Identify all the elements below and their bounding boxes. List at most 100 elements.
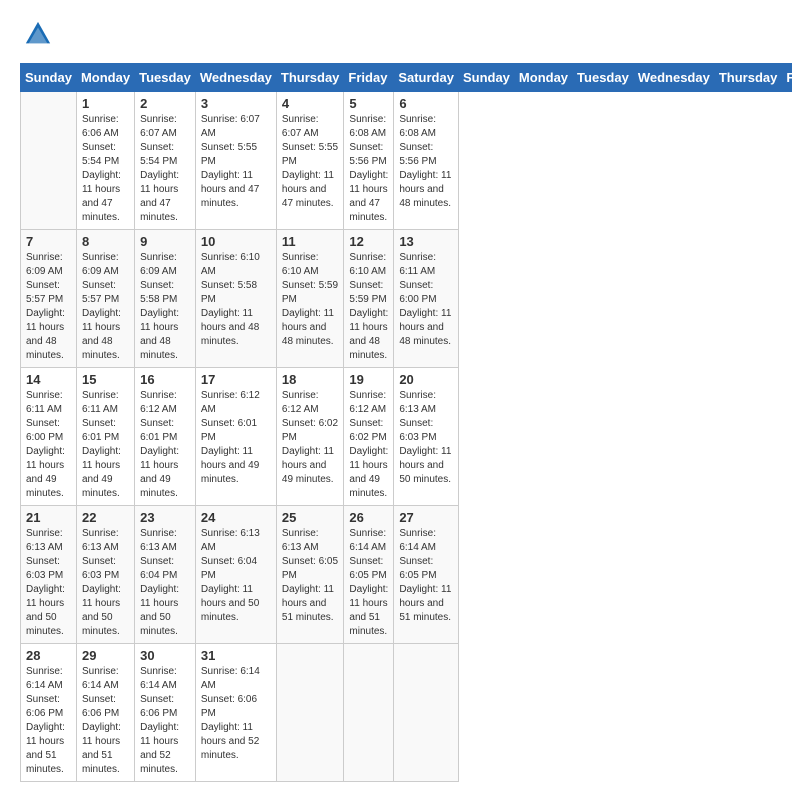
calendar-cell: 25 Sunrise: 6:13 AMSunset: 6:05 PMDayligh…: [276, 506, 344, 644]
day-info: Sunrise: 6:08 AMSunset: 5:56 PMDaylight:…: [349, 113, 388, 225]
column-header-tuesday: Tuesday: [573, 64, 634, 92]
calendar-cell: 26 Sunrise: 6:14 AMSunset: 6:05 PMDayligh…: [344, 506, 394, 644]
calendar-week-2: 7 Sunrise: 6:09 AMSunset: 5:57 PMDaylight…: [21, 230, 792, 368]
day-info: Sunrise: 6:10 AMSunset: 5:59 PMDaylight:…: [349, 251, 388, 363]
calendar-cell: 8Sunrise: 6:09 AMSunset: 5:57 PMDaylight…: [76, 230, 134, 368]
day-number: 27: [399, 510, 453, 525]
calendar-cell: 24Sunrise: 6:13 AMSunset: 6:04 PMDayligh…: [195, 506, 276, 644]
day-info: Sunrise: 6:14 AMSunset: 6:06 PMDaylight:…: [82, 665, 129, 777]
day-number: 5: [349, 96, 388, 111]
day-info: Sunrise: 6:10 AMSunset: 5:58 PMDaylight:…: [201, 251, 271, 349]
calendar-cell: 11Sunrise: 6:10 AMSunset: 5:59 PMDayligh…: [276, 230, 344, 368]
calendar-cell: 17 Sunrise: 6:12 AMSunset: 6:01 PMDayligh…: [195, 368, 276, 506]
column-header-wednesday: Wednesday: [633, 64, 714, 92]
calendar-cell: 6Sunrise: 6:08 AMSunset: 5:56 PMDaylight…: [394, 92, 459, 230]
day-number: 4: [282, 96, 339, 111]
column-header-monday: Monday: [514, 64, 572, 92]
calendar-cell: [344, 644, 394, 782]
calendar-cell: 2 Sunrise: 6:07 AMSunset: 5:54 PMDaylight…: [135, 92, 196, 230]
day-info: Sunrise: 6:09 AMSunset: 5:57 PMDaylight:…: [82, 251, 129, 363]
day-info: Sunrise: 6:14 AMSunset: 6:05 PMDaylight:…: [349, 527, 388, 639]
calendar-cell: 13 Sunrise: 6:11 AMSunset: 6:00 PMDayligh…: [394, 230, 459, 368]
calendar-table: SundayMondayTuesdayWednesdayThursdayFrid…: [20, 63, 792, 782]
day-info: Sunrise: 6:13 AMSunset: 6:05 PMDaylight:…: [282, 527, 339, 625]
day-info: Sunrise: 6:12 AMSunset: 6:01 PMDaylight:…: [201, 389, 271, 487]
logo: [20, 20, 52, 53]
day-info: Sunrise: 6:06 AMSunset: 5:54 PMDaylight:…: [82, 113, 129, 225]
day-info: Sunrise: 6:09 AMSunset: 5:57 PMDaylight:…: [26, 251, 71, 363]
day-info: Sunrise: 6:09 AMSunset: 5:58 PMDaylight:…: [140, 251, 190, 363]
calendar-week-3: 14 Sunrise: 6:11 AMSunset: 6:00 PMDayligh…: [21, 368, 792, 506]
day-number: 10: [201, 234, 271, 249]
day-number: 2: [140, 96, 190, 111]
page-header: [20, 20, 772, 53]
calendar-cell: 12Sunrise: 6:10 AMSunset: 5:59 PMDayligh…: [344, 230, 394, 368]
day-number: 14: [26, 372, 71, 387]
day-number: 20: [399, 372, 453, 387]
day-info: Sunrise: 6:13 AMSunset: 6:03 PMDaylight:…: [82, 527, 129, 639]
day-info: Sunrise: 6:13 AMSunset: 6:04 PMDaylight:…: [201, 527, 271, 625]
calendar-cell: [394, 644, 459, 782]
calendar-cell: 7 Sunrise: 6:09 AMSunset: 5:57 PMDaylight…: [21, 230, 77, 368]
column-header-friday: Friday: [782, 64, 792, 92]
day-number: 21: [26, 510, 71, 525]
day-number: 16: [140, 372, 190, 387]
day-number: 26: [349, 510, 388, 525]
calendar-week-1: 1 Sunrise: 6:06 AMSunset: 5:54 PMDaylight…: [21, 92, 792, 230]
day-number: 1: [82, 96, 129, 111]
day-number: 29: [82, 648, 129, 663]
calendar-cell: 4 Sunrise: 6:07 AMSunset: 5:55 PMDaylight…: [276, 92, 344, 230]
calendar-cell: 22 Sunrise: 6:13 AMSunset: 6:03 PMDayligh…: [76, 506, 134, 644]
day-number: 9: [140, 234, 190, 249]
day-number: 28: [26, 648, 71, 663]
calendar-cell: 19Sunrise: 6:12 AMSunset: 6:02 PMDayligh…: [344, 368, 394, 506]
day-number: 13: [399, 234, 453, 249]
day-info: Sunrise: 6:13 AMSunset: 6:04 PMDaylight:…: [140, 527, 190, 639]
day-info: Sunrise: 6:14 AMSunset: 6:06 PMDaylight:…: [26, 665, 71, 777]
column-header-friday: Friday: [344, 64, 394, 92]
day-info: Sunrise: 6:14 AMSunset: 6:05 PMDaylight:…: [399, 527, 453, 625]
calendar-cell: 16 Sunrise: 6:12 AMSunset: 6:01 PMDayligh…: [135, 368, 196, 506]
calendar-cell: 14 Sunrise: 6:11 AMSunset: 6:00 PMDayligh…: [21, 368, 77, 506]
column-header-thursday: Thursday: [714, 64, 782, 92]
day-info: Sunrise: 6:12 AMSunset: 6:02 PMDaylight:…: [282, 389, 339, 487]
day-number: 25: [282, 510, 339, 525]
calendar-cell: 27 Sunrise: 6:14 AMSunset: 6:05 PMDayligh…: [394, 506, 459, 644]
column-header-monday: Monday: [76, 64, 134, 92]
day-info: Sunrise: 6:07 AMSunset: 5:55 PMDaylight:…: [282, 113, 339, 211]
day-number: 3: [201, 96, 271, 111]
logo-icon: [24, 20, 52, 48]
calendar-cell: 5 Sunrise: 6:08 AMSunset: 5:56 PMDaylight…: [344, 92, 394, 230]
day-info: Sunrise: 6:11 AMSunset: 6:00 PMDaylight:…: [399, 251, 453, 349]
column-header-wednesday: Wednesday: [195, 64, 276, 92]
day-number: 18: [282, 372, 339, 387]
day-info: Sunrise: 6:11 AMSunset: 6:00 PMDaylight:…: [26, 389, 71, 501]
day-info: Sunrise: 6:11 AMSunset: 6:01 PMDaylight:…: [82, 389, 129, 501]
calendar-cell: 9 Sunrise: 6:09 AMSunset: 5:58 PMDaylight…: [135, 230, 196, 368]
calendar-cell: 28 Sunrise: 6:14 AMSunset: 6:06 PMDayligh…: [21, 644, 77, 782]
day-number: 17: [201, 372, 271, 387]
day-number: 7: [26, 234, 71, 249]
calendar-cell: 10 Sunrise: 6:10 AMSunset: 5:58 PMDayligh…: [195, 230, 276, 368]
day-info: Sunrise: 6:12 AMSunset: 6:02 PMDaylight:…: [349, 389, 388, 501]
day-info: Sunrise: 6:14 AMSunset: 6:06 PMDaylight:…: [201, 665, 271, 763]
column-header-tuesday: Tuesday: [135, 64, 196, 92]
day-number: 31: [201, 648, 271, 663]
column-header-sunday: Sunday: [458, 64, 514, 92]
day-info: Sunrise: 6:07 AMSunset: 5:54 PMDaylight:…: [140, 113, 190, 225]
column-header-thursday: Thursday: [276, 64, 344, 92]
calendar-cell: 3 Sunrise: 6:07 AMSunset: 5:55 PMDaylight…: [195, 92, 276, 230]
day-number: 15: [82, 372, 129, 387]
day-info: Sunrise: 6:14 AMSunset: 6:06 PMDaylight:…: [140, 665, 190, 777]
calendar-week-5: 28 Sunrise: 6:14 AMSunset: 6:06 PMDayligh…: [21, 644, 792, 782]
day-info: Sunrise: 6:12 AMSunset: 6:01 PMDaylight:…: [140, 389, 190, 501]
calendar-cell: 20Sunrise: 6:13 AMSunset: 6:03 PMDayligh…: [394, 368, 459, 506]
calendar-cell: 31 Sunrise: 6:14 AMSunset: 6:06 PMDayligh…: [195, 644, 276, 782]
day-info: Sunrise: 6:13 AMSunset: 6:03 PMDaylight:…: [26, 527, 71, 639]
day-number: 11: [282, 234, 339, 249]
calendar-cell: [21, 92, 77, 230]
calendar-cell: 21 Sunrise: 6:13 AMSunset: 6:03 PMDayligh…: [21, 506, 77, 644]
day-number: 22: [82, 510, 129, 525]
calendar-header-row: SundayMondayTuesdayWednesdayThursdayFrid…: [21, 64, 792, 92]
day-info: Sunrise: 6:07 AMSunset: 5:55 PMDaylight:…: [201, 113, 271, 211]
